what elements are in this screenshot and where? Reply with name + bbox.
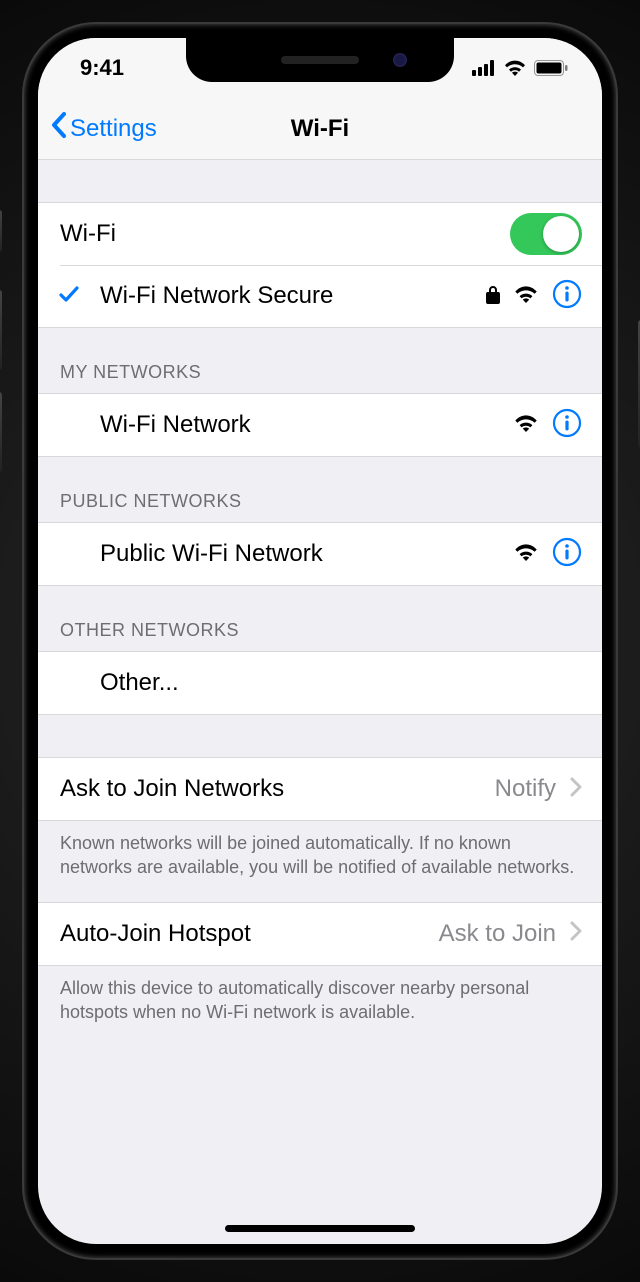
notch [186,38,454,82]
ask-to-join-cell[interactable]: Ask to Join Networks Notify [38,758,602,820]
auto-hotspot-cell[interactable]: Auto-Join Hotspot Ask to Join [38,903,602,965]
silence-switch [0,210,2,252]
nav-bar: Settings Wi-Fi [38,98,602,160]
auto-hotspot-footer: Allow this device to automatically disco… [38,966,602,1035]
ask-to-join-group: Ask to Join Networks Notify [38,757,602,821]
ask-to-join-footer: Known networks will be joined automatica… [38,821,602,890]
back-button[interactable]: Settings [50,111,157,146]
chevron-right-icon [570,777,582,802]
wifi-main-group: Wi-Fi [38,202,602,328]
front-camera [393,53,407,67]
volume-down-button [0,392,2,472]
volume-up-button [0,290,2,370]
battery-icon [534,60,568,76]
lock-icon [486,284,500,309]
info-icon[interactable] [552,279,582,314]
public-networks-group: Public Wi-Fi Network [38,522,602,586]
speaker-grille [281,56,359,64]
cellular-signal-icon [472,60,496,76]
network-name: Public Wi-Fi Network [100,526,514,582]
device-frame: 9:41 [0,0,640,1282]
chevron-right-icon [570,921,582,946]
ask-to-join-label: Ask to Join Networks [60,761,495,817]
wifi-signal-icon [514,414,538,437]
wifi-status-icon [504,60,526,76]
public-networks-header: PUBLIC NETWORKS [38,457,602,522]
info-icon[interactable] [552,408,582,443]
connected-network-cell[interactable]: Wi-Fi Network Secure [38,265,602,327]
checkmark-icon [57,282,81,311]
auto-hotspot-label: Auto-Join Hotspot [60,906,439,962]
auto-hotspot-group: Auto-Join Hotspot Ask to Join [38,902,602,966]
auto-hotspot-value: Ask to Join [439,920,556,948]
wifi-signal-icon [514,285,538,308]
ask-to-join-value: Notify [495,775,556,803]
wifi-toggle-label: Wi-Fi [60,206,510,262]
my-networks-header: MY NETWORKS [38,328,602,393]
wifi-signal-icon [514,543,538,566]
other-network-cell[interactable]: Other... [38,652,602,714]
chevron-left-icon [50,111,68,146]
connected-network-name: Wi-Fi Network Secure [100,268,486,324]
wifi-switch[interactable] [510,213,582,255]
info-icon[interactable] [552,537,582,572]
status-time: 9:41 [80,55,170,81]
my-networks-group: Wi-Fi Network [38,393,602,457]
network-row[interactable]: Wi-Fi Network [38,394,602,456]
network-name: Wi-Fi Network [100,397,514,453]
home-indicator[interactable] [225,1225,415,1232]
other-networks-group: Other... [38,651,602,715]
switch-knob [543,216,579,252]
wifi-toggle-cell[interactable]: Wi-Fi [38,203,602,265]
network-row[interactable]: Public Wi-Fi Network [38,523,602,585]
other-networks-header: OTHER NETWORKS [38,586,602,651]
back-label: Settings [70,115,157,143]
other-label: Other... [100,655,582,711]
